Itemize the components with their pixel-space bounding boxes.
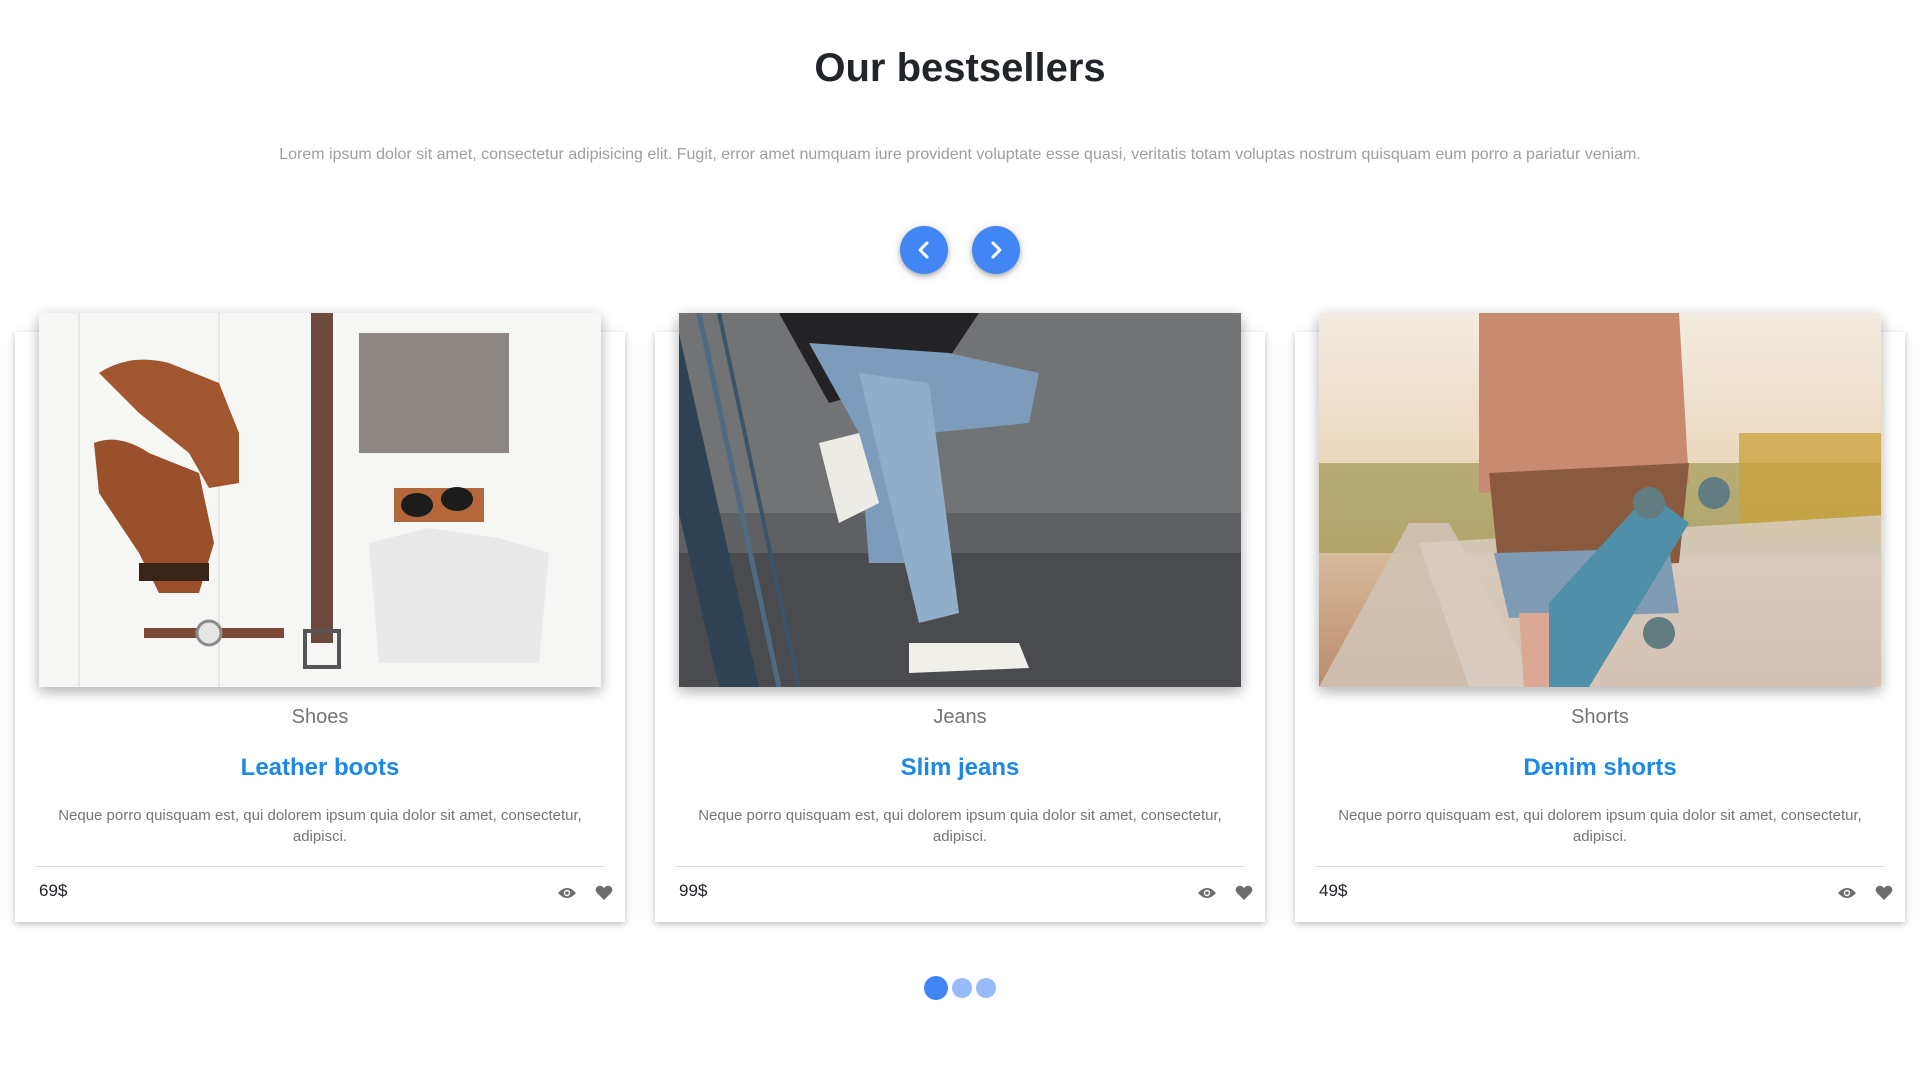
- product-title-link[interactable]: Slim jeans: [655, 754, 1265, 782]
- section-subtitle: Lorem ipsum dolor sit amet, consectetur …: [279, 146, 1641, 163]
- product-image[interactable]: [39, 313, 601, 687]
- carousel-dot[interactable]: [976, 978, 996, 998]
- product-card: Shorts Denim shorts Neque porro quisquam…: [1295, 313, 1905, 922]
- product-description: Neque porro quisquam est, qui dolorem ip…: [58, 807, 582, 845]
- chevron-left-icon: [918, 241, 929, 259]
- card-footer: 49$: [1315, 866, 1893, 922]
- card-footer: 99$: [675, 866, 1253, 922]
- product-price: 49$: [1319, 881, 1348, 900]
- product-card: Jeans Slim jeans Neque porro quisquam es…: [655, 313, 1265, 922]
- product-card: Shoes Leather boots Neque porro quisquam…: [15, 313, 625, 922]
- bestsellers-section: Our bestsellers Lorem ipsum dolor sit am…: [0, 0, 1920, 1080]
- eye-icon[interactable]: [1196, 882, 1218, 904]
- carousel-dot[interactable]: [924, 976, 948, 1000]
- carousel-pagination: [0, 976, 1920, 1000]
- carousel-dot[interactable]: [952, 978, 972, 998]
- product-price: 69$: [39, 881, 68, 900]
- eye-icon[interactable]: [1836, 882, 1858, 904]
- product-image[interactable]: [679, 313, 1241, 687]
- heart-icon[interactable]: [1873, 882, 1895, 904]
- product-category: Jeans: [933, 706, 987, 728]
- product-title-link[interactable]: Denim shorts: [1295, 754, 1905, 782]
- product-category: Shoes: [291, 706, 349, 728]
- product-price: 99$: [679, 881, 708, 900]
- card-footer: 69$: [35, 866, 613, 922]
- heart-icon[interactable]: [593, 882, 615, 904]
- carousel-prev-button[interactable]: [900, 226, 948, 274]
- product-description: Neque porro quisquam est, qui dolorem ip…: [1338, 807, 1862, 845]
- section-title: Our bestsellers: [814, 46, 1106, 90]
- chevron-right-icon: [991, 241, 1002, 259]
- product-description: Neque porro quisquam est, qui dolorem ip…: [698, 807, 1222, 845]
- carousel-next-button[interactable]: [972, 226, 1020, 274]
- eye-icon[interactable]: [556, 882, 578, 904]
- product-image[interactable]: [1319, 313, 1881, 687]
- product-category: Shorts: [1571, 706, 1629, 728]
- product-title-link[interactable]: Leather boots: [15, 754, 625, 782]
- heart-icon[interactable]: [1233, 882, 1255, 904]
